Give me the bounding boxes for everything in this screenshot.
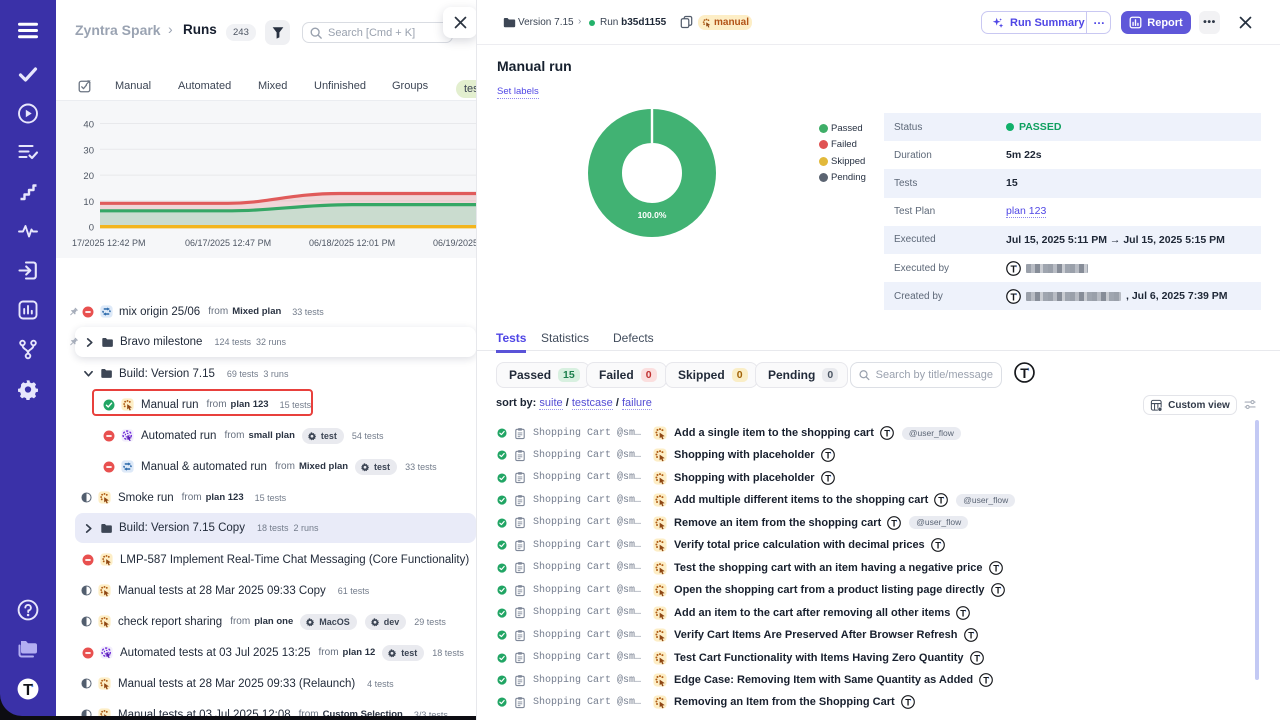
svg-text:30: 30 <box>83 145 94 156</box>
svg-text:0: 0 <box>89 223 94 234</box>
svg-text:10: 10 <box>83 197 94 208</box>
svg-text:40: 40 <box>83 120 94 131</box>
svg-text:20: 20 <box>83 171 94 182</box>
svg-text:T: T <box>23 682 33 699</box>
svg-text:100.0%: 100.0% <box>638 210 667 220</box>
